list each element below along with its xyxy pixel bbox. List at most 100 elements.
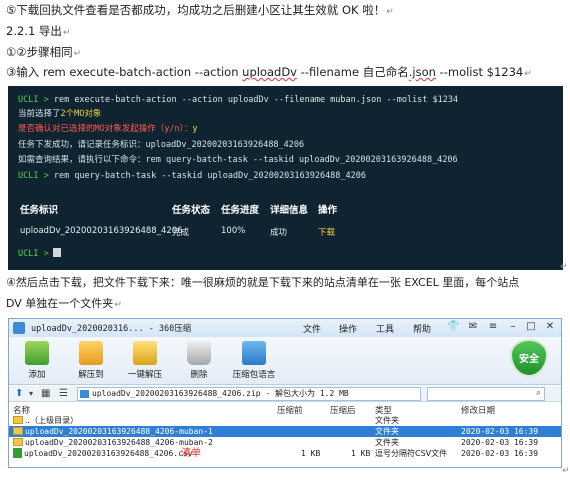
terminal-line-confirm: 是否确认对已选择的MO对象发起操作（y/n）：y (18, 123, 197, 135)
terminal-line-query-hint: 如需查询结果，请执行以下命令：rem query-batch-task --ta… (18, 155, 458, 165)
extract-to-icon (79, 341, 103, 365)
doc-step3-text-a: ③输入 rem execute-batch-action --action (6, 65, 243, 79)
file-date: 2020-02-03 16:39 (461, 427, 539, 436)
add-label: 添加 (28, 370, 46, 380)
doc-step3-action-name: uploadDv (242, 65, 297, 79)
extract-to-button[interactable]: 解压到 (69, 341, 113, 380)
terminal-line-cursor: UCLI > (18, 248, 61, 260)
one-click-extract-icon (133, 341, 157, 365)
file-row-muban-2[interactable]: uploadDv_20200203163926488_4206-muban-2 … (9, 437, 561, 448)
security-label: 安全 (519, 354, 539, 365)
archive-search-input[interactable]: ⌕ (427, 387, 545, 401)
doc-step5-text: ⑤下载回执文件查看是否都成功，均成功之后删建小区让其生效就 OK 啦！ (6, 3, 386, 17)
file-type: 文件夹 (375, 438, 399, 447)
doc-section-heading: 2.2.1 导出↵ (6, 23, 70, 41)
view-list-icon[interactable]: ☰ (59, 388, 68, 399)
file-type: 文件夹 (375, 416, 399, 425)
result-header-task-id: 任务标识 (20, 205, 59, 216)
search-icon: ⌕ (535, 388, 541, 398)
doc-step3-text-c: --molist $1234 (435, 65, 524, 79)
archive-pathbar: ⬆ ▾ ▦ ☰ uploadDv_20200203163926488_4206.… (9, 386, 561, 402)
terminal-screenshot: UCLI > rem execute-batch-action --action… (8, 86, 563, 270)
up-arrow-icon[interactable]: ⬆ (15, 388, 23, 399)
file-name: uploadDv_20200203163926488_4206.csv (24, 449, 193, 458)
terminal-command-1: rem execute-batch-action --action upload… (53, 95, 459, 105)
archive-window-title: uploadDv_2020020316... - 360压缩 (31, 324, 192, 334)
add-archive-icon (25, 341, 49, 365)
terminal-cursor (52, 248, 61, 257)
extract-to-label: 解压到 (78, 370, 104, 380)
terminal-command-2: rem query-batch-task --taskid uploadDv_2… (53, 171, 367, 181)
file-row-parent[interactable]: ..（上级目录） 文件夹 (9, 415, 561, 426)
file-row-csv[interactable]: uploadDv_20200203163926488_4206.csv 清单 1… (9, 448, 561, 459)
download-link[interactable]: 下载 (318, 226, 335, 238)
terminal-prompt: UCLI > (18, 95, 49, 105)
folder-icon (13, 427, 23, 435)
terminal-prompt: UCLI > (18, 249, 49, 259)
skin-icon[interactable]: 👕 (447, 321, 459, 333)
delete-button[interactable]: 删除 (177, 341, 221, 380)
menu-help[interactable]: 帮助 (413, 322, 431, 335)
doc-step3-json-ext: .json (408, 65, 436, 79)
doc-step4-text-1: ④然后点击下载，把文件下载下来：唯一很麻烦的就是下载下来的站点清单在一张 EXC… (6, 276, 520, 289)
dropdown-chevron-icon[interactable]: ▾ (29, 389, 33, 398)
return-mark: ↵ (73, 49, 82, 59)
add-button[interactable]: 添加 (15, 341, 59, 380)
result-header-details: 详细信息 (270, 205, 309, 216)
language-icon (242, 341, 266, 365)
terminal-confirm-answer: y (192, 124, 198, 134)
return-mark: ↵ (386, 7, 394, 17)
result-cell-status: 完成 (172, 228, 190, 238)
maximize-icon[interactable]: □ (525, 321, 537, 333)
folder-icon (13, 438, 23, 446)
file-size-before: 1 KB (301, 449, 321, 458)
terminal-line-selected: 当前选择了2个MO对象 (18, 108, 101, 120)
result-cell-progress: 100% (221, 226, 246, 236)
archive-path-field[interactable]: uploadDv_20200203163926488_4206.zip - 解包… (77, 387, 421, 401)
security-badge[interactable]: 安全 (509, 339, 549, 383)
menu-file[interactable]: 文件 (303, 322, 321, 335)
archive-titlebar: uploadDv_2020020316... - 360压缩 文件 操作 工具 … (9, 319, 561, 337)
file-row-muban-1[interactable]: uploadDv_20200203163926488_4206-muban-1 … (9, 426, 561, 437)
delete-label: 删除 (190, 370, 208, 380)
view-grid-icon[interactable]: ▦ (41, 388, 50, 399)
file-name: ..（上级目录） (25, 416, 79, 425)
terminal-prompt: UCLI > (18, 171, 49, 181)
feedback-icon[interactable]: ✉ (467, 321, 479, 333)
archive-toolbar: 添加 解压到 一键解压 删除 压缩包语言 安全 (9, 337, 561, 385)
csv-file-icon (13, 448, 22, 458)
return-mark: ↵ (560, 262, 568, 272)
terminal-line-cmd2: UCLI > rem query-batch-task --taskid upl… (18, 170, 366, 182)
doc-step12-text: ①②步骤相同 (6, 45, 73, 59)
archive-language-button[interactable]: 压缩包语言 (229, 341, 279, 380)
return-mark: ↵ (62, 28, 71, 38)
archive-path-text: uploadDv_20200203163926488_4206.zip - 解包… (92, 389, 349, 398)
terminal-selected-count: 2个MO对象 (60, 109, 102, 119)
result-header-status: 任务状态 (172, 205, 211, 216)
archive-language-label: 压缩包语言 (232, 370, 276, 380)
doc-step4-line2: DV 单独在一个文件夹↵ (6, 296, 122, 313)
file-date: 2020-02-03 16:39 (461, 449, 539, 458)
result-header-progress: 任务进度 (221, 205, 260, 216)
one-click-extract-button[interactable]: 一键解压 (123, 341, 167, 380)
doc-step4-line1: ④然后点击下载，把文件下载下来：唯一很麻烦的就是下载下来的站点清单在一张 EXC… (6, 275, 519, 291)
menu-operation[interactable]: 操作 (339, 322, 357, 335)
zip-file-icon (80, 390, 89, 398)
doc-step12-line: ①②步骤相同↵ (6, 44, 81, 62)
trash-icon (187, 341, 211, 365)
menu-icon[interactable]: ≡ (487, 321, 499, 333)
terminal-confirm-prompt: 是否确认对已选择的MO对象发起操作（y/n）： (18, 124, 193, 134)
return-mark: ↵ (114, 300, 122, 310)
360-zip-app-icon (13, 322, 25, 334)
return-mark: ↵ (562, 466, 570, 476)
doc-step3-line: ③输入 rem execute-batch-action --action up… (6, 64, 532, 82)
menu-tools[interactable]: 工具 (376, 322, 394, 335)
doc-step5-line: ⑤下载回执文件查看是否都成功，均成功之后删建小区让其生效就 OK 啦！↵ (6, 2, 394, 20)
file-name: uploadDv_20200203163926488_4206-muban-2 (25, 438, 213, 447)
one-click-extract-label: 一键解压 (127, 370, 162, 380)
file-name: uploadDv_20200203163926488_4206-muban-1 (25, 427, 213, 436)
annotation-list-label: 清单 (181, 448, 201, 459)
minimize-icon[interactable]: – (507, 321, 519, 333)
section-2-2-1-heading: 2.2.1 导出 (6, 24, 62, 38)
close-icon[interactable]: ✕ (544, 321, 556, 333)
